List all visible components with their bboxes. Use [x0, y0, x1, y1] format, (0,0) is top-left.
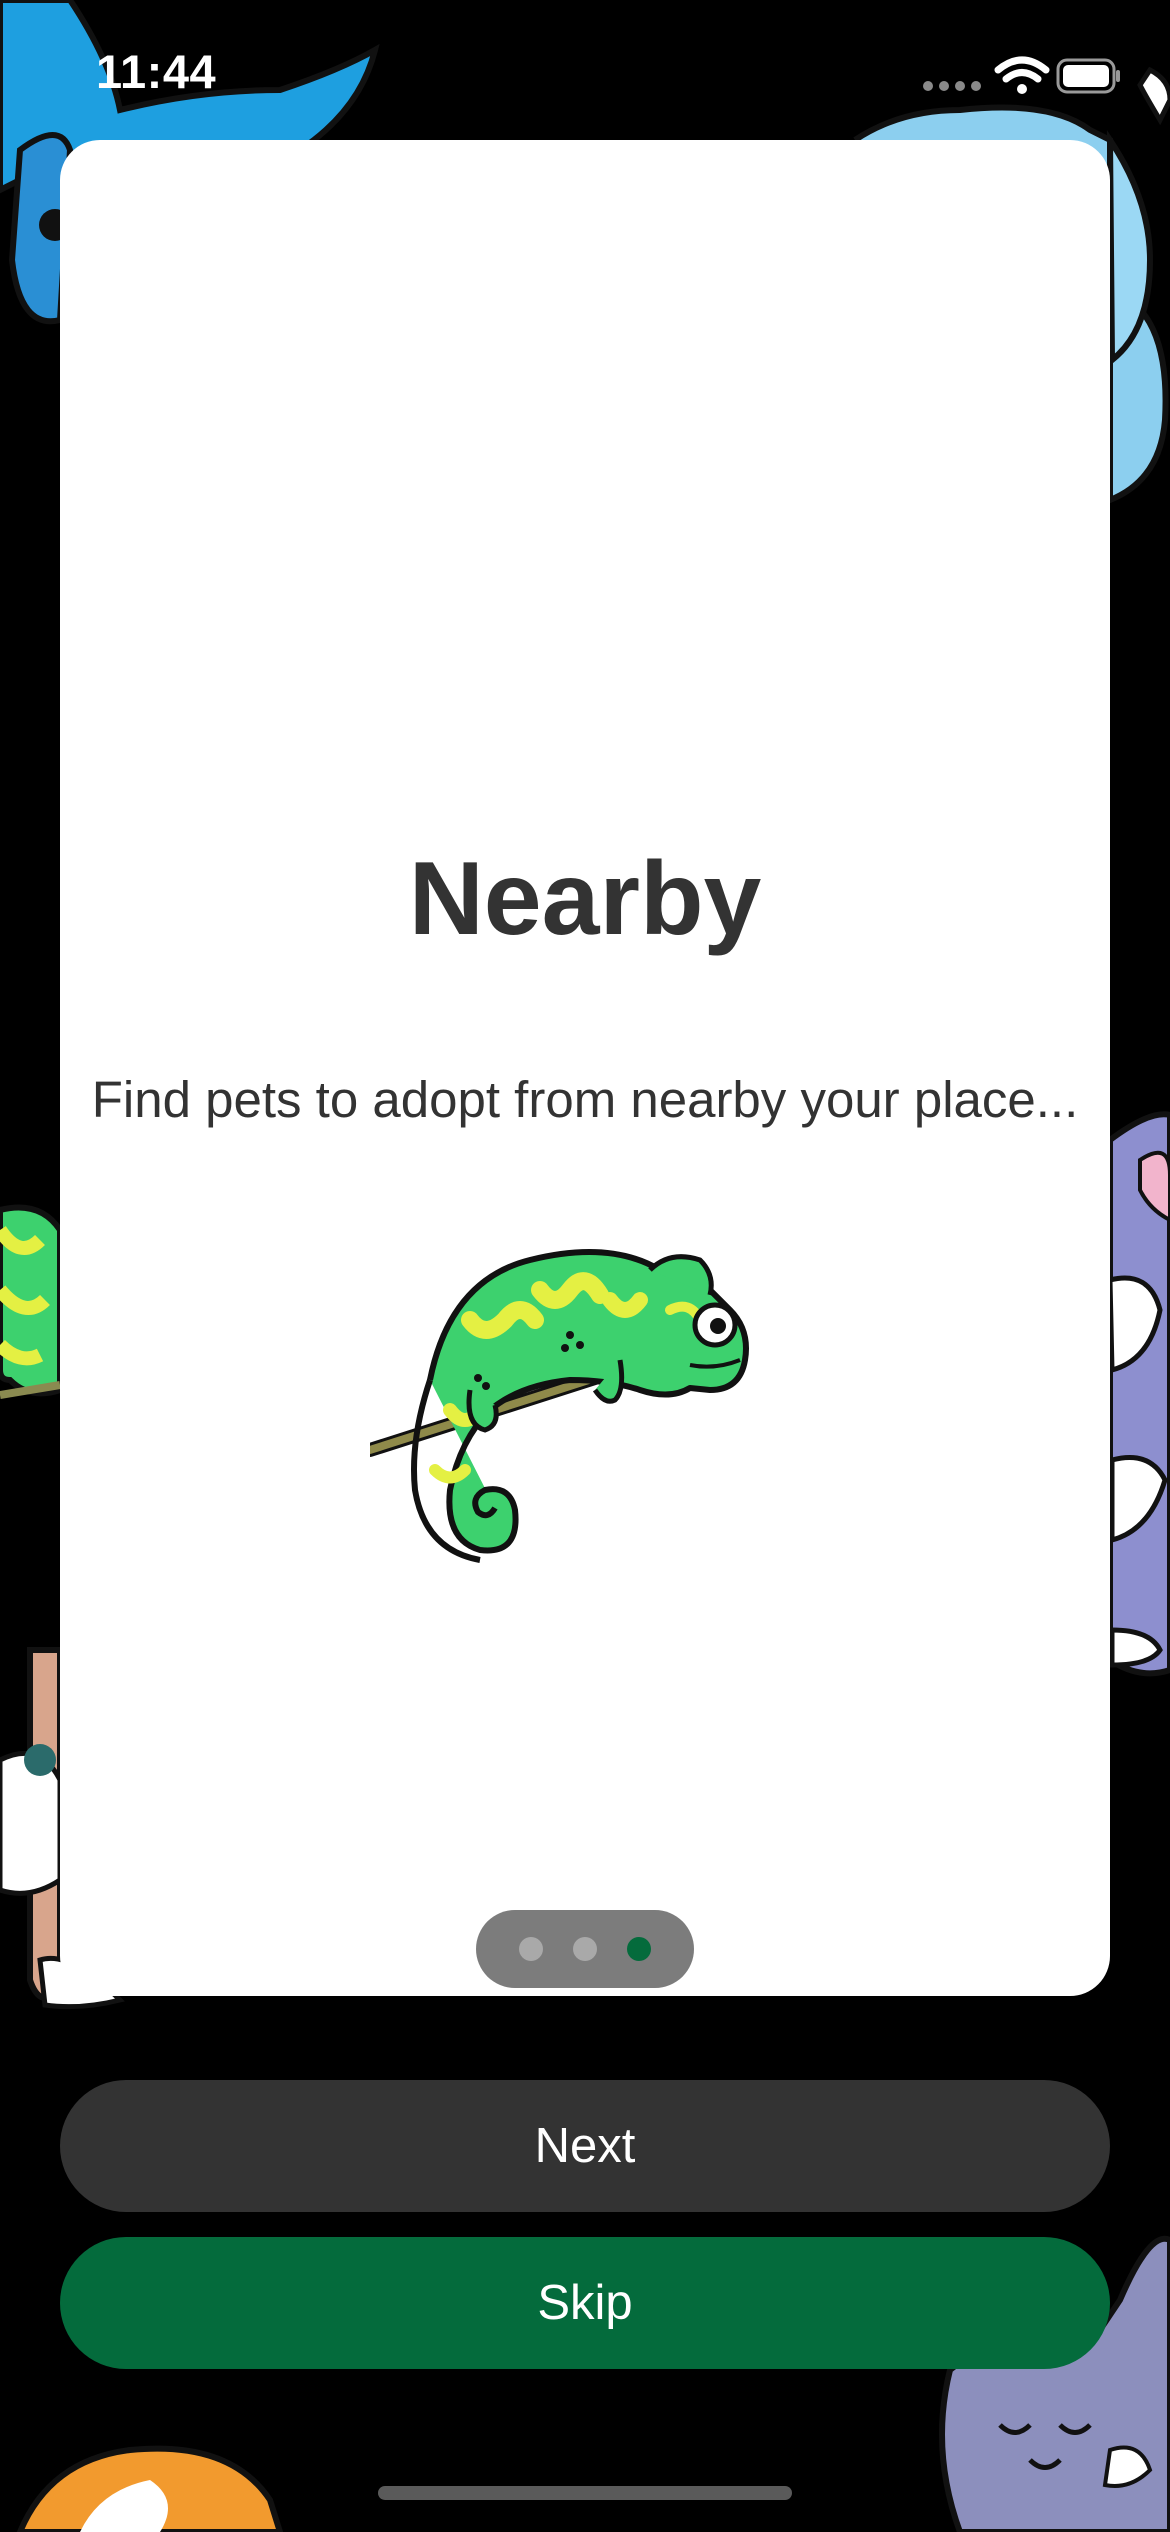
cellular-signal-icon [923, 81, 981, 91]
next-button[interactable]: Next [60, 2080, 1110, 2212]
page-subtitle: Find pets to adopt from nearby your plac… [91, 1071, 1079, 1128]
page-indicator[interactable] [476, 1910, 694, 1988]
page-dot-2[interactable] [573, 1937, 597, 1961]
status-icons [923, 56, 1120, 94]
status-time: 11:44 [96, 45, 217, 98]
onboarding-screen: 11:44 Nearby Find pets to adopt from nea… [0, 0, 1170, 2532]
page-dot-1[interactable] [519, 1937, 543, 1961]
battery-icon [1056, 58, 1120, 94]
wifi-icon [994, 56, 1050, 94]
purple-cat-illustration [1107, 1111, 1170, 1677]
left-chameleon-illustration [0, 1204, 63, 1399]
page-title: Nearby [408, 841, 762, 957]
home-indicator[interactable] [378, 2486, 792, 2500]
onboarding-card[interactable]: Nearby Find pets to adopt from nearby yo… [60, 140, 1110, 1996]
skip-button[interactable]: Skip [60, 2237, 1110, 2369]
chameleon-illustration [370, 1249, 749, 1563]
bottom-left-orange-illustration [16, 2445, 284, 2532]
page-dot-3-active[interactable] [627, 1937, 651, 1961]
